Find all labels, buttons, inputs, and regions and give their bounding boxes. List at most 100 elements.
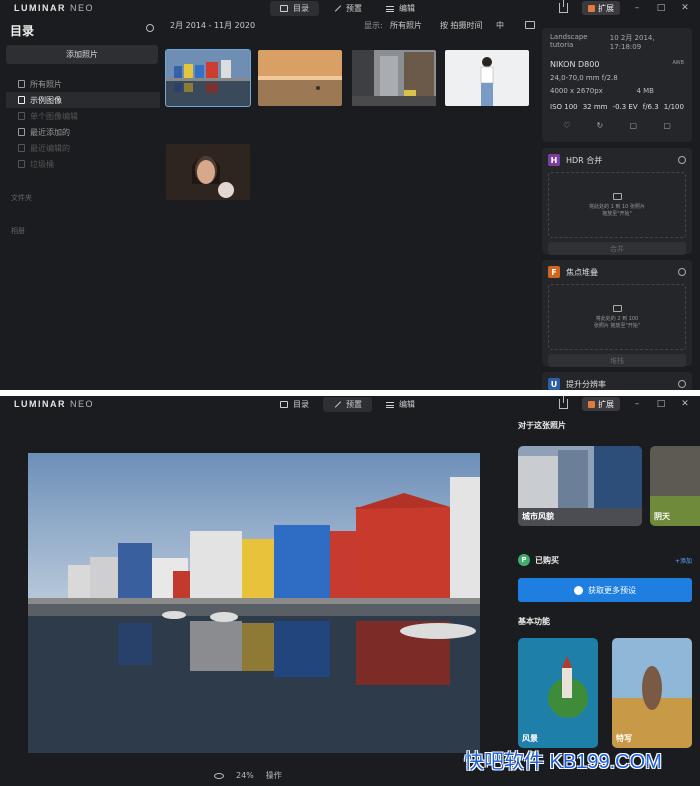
catalog-window: LUMINAR NEO 目录 预置 编辑 扩展 – □ ✕ 目录 添加照片 所有… <box>0 0 700 390</box>
tab-catalog[interactable]: 目录 <box>270 1 319 16</box>
info-meta: Landscape tutoria 10 2月 2014, 17:18:09 NI… <box>542 28 692 135</box>
preset-card-landscape[interactable]: 风景 <box>518 638 598 748</box>
tab-presets[interactable]: 预置 <box>323 1 372 16</box>
sidebar-item-trash[interactable]: 垃圾桶 <box>6 156 160 172</box>
minimize-icon[interactable]: – <box>630 3 644 13</box>
close-icon[interactable]: ✕ <box>678 399 692 409</box>
closeup-preview <box>612 638 692 748</box>
sort-dropdown[interactable]: 按 拍摄时间 <box>440 20 483 31</box>
info-filename: Landscape tutoria <box>550 33 588 49</box>
close-icon[interactable]: ✕ <box>678 3 692 13</box>
sidebar-item-sample-images[interactable]: 示例图像 <box>6 92 160 108</box>
sidebar-item-label: 最近添加的 <box>30 127 70 137</box>
trash-icon <box>18 160 25 168</box>
show-filter-dropdown[interactable]: 所有照片 <box>390 20 422 31</box>
gear-icon[interactable] <box>678 268 686 276</box>
tab-label: 编辑 <box>399 4 415 13</box>
sliders-icon <box>386 401 394 408</box>
for-this-photo-heading: 对于这张照片 <box>518 421 566 430</box>
photos-drop-icon <box>612 304 622 312</box>
eye-icon[interactable] <box>214 772 224 779</box>
info-camera: NIKON D800 <box>550 60 600 69</box>
focus-stack-button[interactable]: 堆栈 <box>548 354 686 367</box>
tab-presets[interactable]: 预置 <box>323 397 372 412</box>
sidebar-item-label: 最近编辑的 <box>30 143 70 153</box>
preset-label: 阴天 <box>654 512 670 521</box>
thumbnail-photo[interactable] <box>165 49 251 107</box>
sidebar-nav: 所有照片 示例图像 单个图像编辑 最近添加的 最近编辑的 垃圾桶 <box>6 76 160 172</box>
focus-dropzone[interactable]: 将此处的 2 到 100 张照片 拖放至"开始" <box>548 284 686 350</box>
preset-card-closeup[interactable]: 特写 <box>612 638 692 748</box>
tab-edit[interactable]: 编辑 <box>376 1 425 16</box>
get-more-presets-button[interactable]: 获取更多预设 <box>518 578 692 602</box>
image-canvas[interactable] <box>28 453 480 753</box>
info-ev: -0.3 EV <box>612 103 638 111</box>
basic-heading: 基本功能 <box>518 617 550 626</box>
gear-icon[interactable] <box>678 156 686 164</box>
hdr-merge-card: H HDR 合并 将此处的 1 到 10 张照片 拖放至"开始" 合并 <box>542 148 692 255</box>
sidebar-item-all-photos[interactable]: 所有照片 <box>6 76 160 92</box>
tab-label: 目录 <box>293 400 309 409</box>
tab-label: 预置 <box>346 400 362 409</box>
extensions-label: 扩展 <box>598 3 614 13</box>
preset-label: 风景 <box>522 734 538 743</box>
thumbnail-photo[interactable] <box>258 50 342 106</box>
share-icon[interactable] <box>559 396 568 409</box>
preset-label: 城市风貌 <box>522 512 554 521</box>
extensions-button[interactable]: 扩展 <box>582 1 620 15</box>
sidebar-item-recently-added[interactable]: 最近添加的 <box>6 124 160 140</box>
folder-icon <box>280 5 288 12</box>
hdr-title: HDR 合并 <box>566 155 603 165</box>
sidebar-item-recently-edited[interactable]: 最近编辑的 <box>6 140 160 156</box>
heart-icon[interactable]: ♡ <box>563 121 570 130</box>
window-controls: 扩展 – □ ✕ <box>559 396 692 411</box>
sidebar-item-single-edits[interactable]: 单个图像编辑 <box>6 108 160 124</box>
search-icon[interactable] <box>146 24 154 32</box>
catalog-sidebar: 目录 添加照片 所有照片 示例图像 单个图像编辑 最近添加的 最近编辑的 垃圾桶… <box>0 16 160 390</box>
rotate-icon[interactable]: ↻ <box>597 121 604 130</box>
sidebar-item-label: 垃圾桶 <box>30 159 54 169</box>
preset-card-cityscape[interactable]: 城市风貌 <box>518 446 642 526</box>
thumbnail-photo[interactable] <box>166 144 250 200</box>
info-aperture: f/6.3 <box>642 103 659 111</box>
hdr-dropzone[interactable]: 将此处的 1 到 10 张照片 拖放至"开始" <box>548 172 686 238</box>
title-bar: LUMINAR NEO 目录 预置 编辑 扩展 – □ ✕ <box>0 396 700 412</box>
maximize-icon[interactable]: □ <box>654 399 668 409</box>
upscale-card: U 提升分辨率 <box>542 372 692 390</box>
date-range: 2月 2014 - 11月 2020 <box>170 21 256 30</box>
actions-dropdown[interactable]: 操作 <box>266 770 282 781</box>
harbor-houses-photo <box>28 453 480 753</box>
tab-catalog[interactable]: 目录 <box>270 397 319 412</box>
purchased-section: P 已购买 <box>518 554 559 566</box>
panel-toggle-icon[interactable] <box>525 21 535 29</box>
thumbnail-photo[interactable] <box>445 50 529 106</box>
upscale-icon: U <box>548 378 560 390</box>
zoom-dropdown[interactable]: 24% <box>236 771 254 780</box>
sidebar-item-label: 单个图像编辑 <box>30 111 78 121</box>
gear-icon[interactable] <box>678 380 686 388</box>
info-iso: ISO 100 <box>550 103 578 111</box>
add-photos-button[interactable]: 添加照片 <box>6 45 158 64</box>
info-dimensions: 4000 x 2670px <box>550 87 603 95</box>
logo-sub: NEO <box>70 399 95 409</box>
tab-edit[interactable]: 编辑 <box>376 397 425 412</box>
logo-main: LUMINAR <box>14 3 66 13</box>
sidebar-item-label: 所有照片 <box>30 79 62 89</box>
maximize-icon[interactable]: □ <box>654 3 668 13</box>
sliders-icon <box>386 5 394 12</box>
thumb-size-dropdown[interactable]: 中 <box>496 20 504 31</box>
app-logo: LUMINAR NEO <box>14 3 94 13</box>
duplicate-icon[interactable]: ▢ <box>630 121 638 130</box>
thumbnail-photo[interactable] <box>352 50 436 106</box>
add-presets-link[interactable]: +添加 <box>675 556 692 565</box>
albums-heading: 相册 <box>11 227 25 235</box>
preset-card-overcast[interactable]: 阴天 <box>650 446 700 526</box>
title-bar: LUMINAR NEO 目录 预置 编辑 扩展 – □ ✕ <box>0 0 700 16</box>
share-icon[interactable] <box>559 0 568 13</box>
hdr-merge-button[interactable]: 合并 <box>548 242 686 255</box>
info-filesize: 4 MB <box>636 87 654 95</box>
extensions-button[interactable]: 扩展 <box>582 397 620 411</box>
folder-icon <box>280 401 288 408</box>
minimize-icon[interactable]: – <box>630 399 644 409</box>
compare-icon[interactable]: ▢ <box>663 121 671 130</box>
